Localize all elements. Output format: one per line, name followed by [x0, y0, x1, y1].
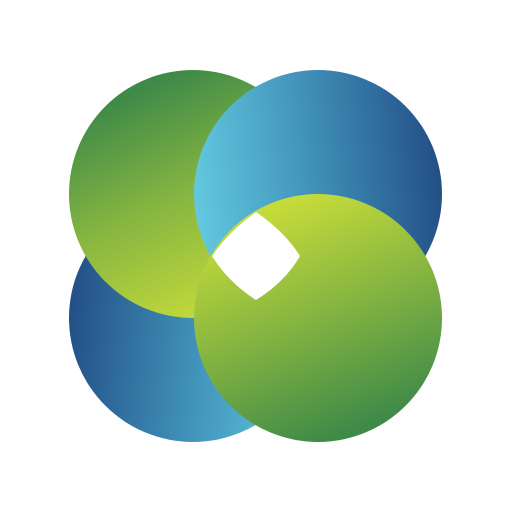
app-icon-canvas: [0, 0, 512, 512]
interlocking-circles-logo-icon: [69, 70, 442, 442]
bottom-right-green-circle: [194, 194, 442, 442]
